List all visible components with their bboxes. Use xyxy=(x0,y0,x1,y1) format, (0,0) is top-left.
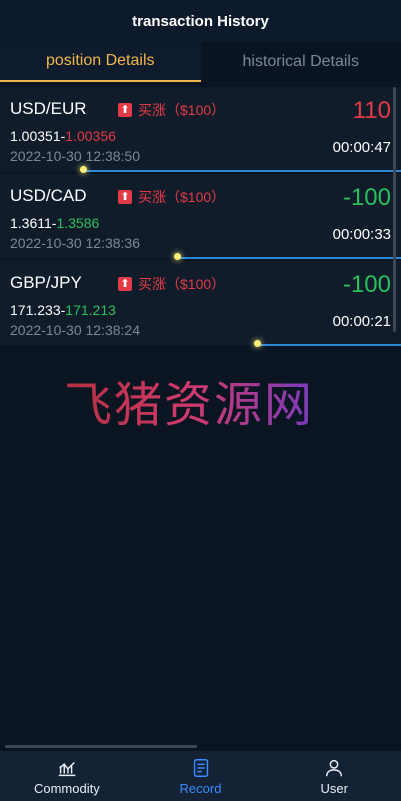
up-arrow-icon: ⬆ xyxy=(118,277,132,291)
progress-line xyxy=(258,344,401,346)
tab-bar: position Details historical Details xyxy=(0,42,401,82)
progress-line xyxy=(178,257,401,259)
user-icon xyxy=(326,759,343,776)
vertical-scrollbar[interactable] xyxy=(393,87,396,332)
nav-commodity[interactable]: Commodity xyxy=(0,751,134,801)
pair-label: USD/CAD xyxy=(10,186,87,205)
direction-badge: ⬆ 买涨（$100） xyxy=(118,100,225,120)
page-header: transaction History xyxy=(0,0,401,42)
position-row[interactable]: USD/EUR ⬆ 买涨（$100） 1.00351-1.00356 2022-… xyxy=(0,87,401,171)
open-price: 1.3611 xyxy=(10,215,52,231)
nav-record-label: Record xyxy=(179,780,222,796)
profit-value: -100 xyxy=(342,184,391,211)
progress-dot xyxy=(174,253,181,260)
close-price: 171.213 xyxy=(65,302,116,318)
document-icon xyxy=(193,758,208,777)
position-time: 2022-10-30 12:38:36 xyxy=(10,235,140,251)
up-arrow-icon: ⬆ xyxy=(118,190,132,204)
up-arrow-icon: ⬆ xyxy=(118,103,132,117)
direction-label: 买涨（$100） xyxy=(138,189,226,205)
profit-value: -100 xyxy=(342,271,391,298)
countdown-timer: 00:00:33 xyxy=(332,226,391,243)
watermark-text: 飞猪资源网 xyxy=(64,365,314,435)
profit-value: 110 xyxy=(352,97,391,124)
close-price: 1.3586 xyxy=(56,215,100,231)
position-time: 2022-10-30 12:38:50 xyxy=(10,148,140,164)
price-range: 1.00351-1.00356 xyxy=(10,128,116,144)
tab-position-details[interactable]: position Details xyxy=(0,42,201,82)
direction-label: 买涨（$100） xyxy=(138,276,226,292)
pair-label: USD/EUR xyxy=(10,99,87,118)
nav-record[interactable]: Record xyxy=(134,751,268,801)
nav-user-label: User xyxy=(320,780,348,796)
bottom-navigation: Commodity Record User xyxy=(0,751,401,801)
direction-label: 买涨（$100） xyxy=(138,102,226,118)
direction-badge: ⬆ 买涨（$100） xyxy=(118,274,225,294)
progress-line xyxy=(84,170,401,172)
close-price: 1.00356 xyxy=(65,128,116,144)
countdown-timer: 00:00:21 xyxy=(332,313,391,330)
direction-badge: ⬆ 买涨（$100） xyxy=(118,187,225,207)
progress-dot xyxy=(80,166,87,173)
position-row[interactable]: USD/CAD ⬆ 买涨（$100） 1.3611-1.3586 2022-10… xyxy=(0,174,401,258)
open-price: 171.233 xyxy=(10,302,61,318)
position-row[interactable]: GBP/JPY ⬆ 买涨（$100） 171.233-171.213 2022-… xyxy=(0,261,401,345)
pair-label: GBP/JPY xyxy=(10,273,82,292)
price-range: 1.3611-1.3586 xyxy=(10,215,100,231)
price-range: 171.233-171.213 xyxy=(10,302,116,318)
progress-dot xyxy=(254,340,261,347)
positions-list: USD/EUR ⬆ 买涨（$100） 1.00351-1.00356 2022-… xyxy=(0,87,401,348)
tab-historical-details[interactable]: historical Details xyxy=(200,42,401,82)
nav-commodity-label: Commodity xyxy=(33,780,100,796)
open-price: 1.00351 xyxy=(10,128,61,144)
countdown-timer: 00:00:47 xyxy=(332,139,391,156)
nav-user[interactable]: User xyxy=(267,751,401,801)
position-time: 2022-10-30 12:38:24 xyxy=(10,322,140,338)
horizontal-scrollbar[interactable] xyxy=(5,745,197,748)
chart-icon xyxy=(58,761,76,776)
page-title: transaction History xyxy=(132,12,269,30)
